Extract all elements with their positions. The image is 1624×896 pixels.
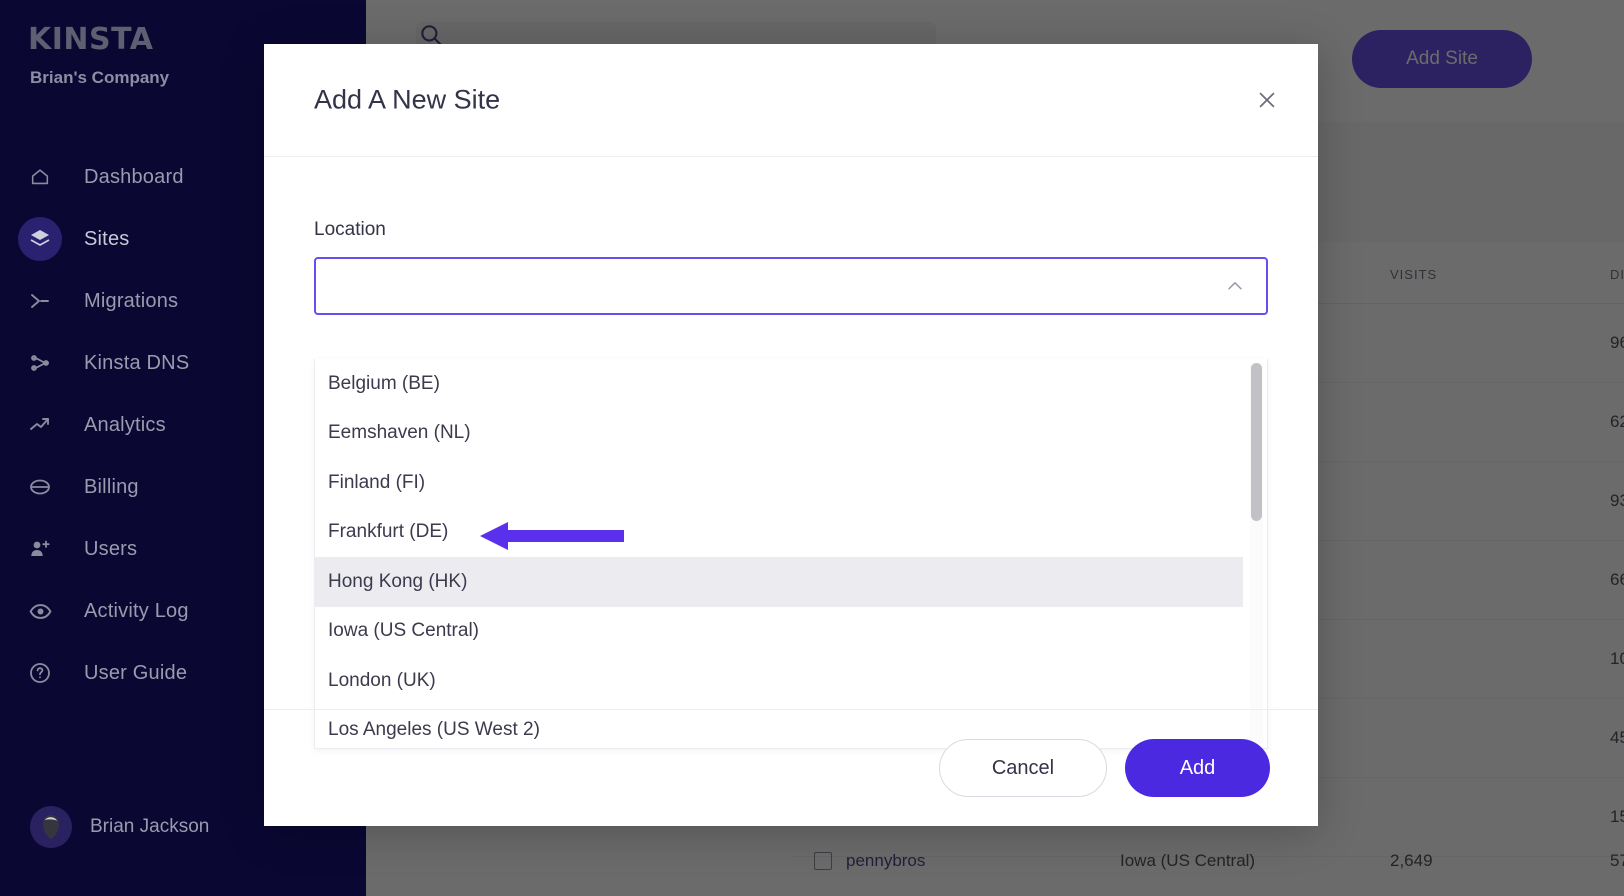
modal-header: Add A New Site xyxy=(264,44,1318,157)
dropdown-option-label: Hong Kong (HK) xyxy=(328,570,468,592)
user-profile-name: Brian Jackson xyxy=(90,816,210,837)
migrations-icon xyxy=(18,279,62,323)
user-plus-icon xyxy=(18,527,62,571)
dropdown-option-label: Eemshaven (NL) xyxy=(328,422,471,444)
dropdown-option-hong-kong[interactable]: Hong Kong (HK) xyxy=(315,557,1243,607)
home-icon xyxy=(18,155,62,199)
avatar xyxy=(30,806,72,848)
sidebar-item-label: User Guide xyxy=(84,661,188,684)
dropdown-option[interactable]: Iowa (US Central) xyxy=(315,607,1243,657)
modal-title: Add A New Site xyxy=(314,84,501,115)
add-button-label: Add xyxy=(1179,756,1216,779)
location-dropdown[interactable]: Belgium (BE) Eemshaven (NL) Finland (FI)… xyxy=(314,359,1268,749)
dns-icon xyxy=(18,341,62,385)
modal-footer: Cancel Add xyxy=(264,709,1318,826)
dropdown-option-label: London (UK) xyxy=(328,669,436,691)
sidebar-item-label: Migrations xyxy=(84,289,179,312)
dropdown-scrollbar-track[interactable] xyxy=(1250,363,1263,744)
dropdown-option[interactable]: Eemshaven (NL) xyxy=(315,409,1243,459)
sidebar-item-label: Kinsta DNS xyxy=(84,351,190,374)
add-new-site-modal: Add A New Site Location Belgium (BE) Eem… xyxy=(264,44,1318,826)
company-name: Brian's Company xyxy=(30,68,170,87)
dropdown-option[interactable]: London (UK) xyxy=(315,656,1243,706)
modal-body: Location Belgium (BE) Eemshaven (NL) Fin… xyxy=(264,157,1318,749)
cancel-button[interactable]: Cancel xyxy=(939,739,1107,797)
billing-icon xyxy=(18,465,62,509)
dropdown-option[interactable]: Frankfurt (DE) xyxy=(315,508,1243,558)
close-icon[interactable] xyxy=(1250,83,1284,117)
dropdown-scrollbar-thumb[interactable] xyxy=(1251,363,1262,521)
sidebar-item-label: Activity Log xyxy=(84,599,189,622)
app-root: Add Site SITE NAME LOCATION VISITS DISK … xyxy=(0,0,1624,896)
sidebar-item-label: Billing xyxy=(84,475,139,498)
user-profile[interactable]: Brian Jackson xyxy=(30,806,209,848)
layers-icon xyxy=(18,217,62,261)
dropdown-option-label: Belgium (BE) xyxy=(328,372,440,394)
dropdown-option-label: Iowa (US Central) xyxy=(328,620,479,642)
sidebar-item-label: Dashboard xyxy=(84,165,184,188)
dropdown-option-label: Finland (FI) xyxy=(328,471,426,493)
eye-icon xyxy=(18,589,62,633)
trend-up-icon xyxy=(18,403,62,447)
chevron-up-icon[interactable] xyxy=(1224,275,1246,297)
add-button[interactable]: Add xyxy=(1125,739,1270,797)
dropdown-option[interactable]: Finland (FI) xyxy=(315,458,1243,508)
location-select[interactable] xyxy=(314,257,1268,315)
cancel-button-label: Cancel xyxy=(991,756,1055,779)
location-field-label: Location xyxy=(314,219,386,240)
sidebar-item-label: Sites xyxy=(84,227,130,250)
kinsta-logo[interactable]: KINSTA xyxy=(28,22,153,57)
sidebar-item-label: Users xyxy=(84,537,138,560)
dropdown-option[interactable]: Belgium (BE) xyxy=(315,359,1243,409)
question-icon xyxy=(18,651,62,695)
sidebar-item-label: Analytics xyxy=(84,413,166,436)
dropdown-option-label: Frankfurt (DE) xyxy=(328,521,449,543)
location-dropdown-list[interactable]: Belgium (BE) Eemshaven (NL) Finland (FI)… xyxy=(315,359,1243,748)
